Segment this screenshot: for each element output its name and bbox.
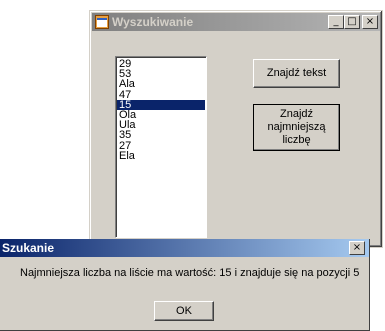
app-window-icon [95, 15, 109, 29]
dialog-titlebar[interactable]: Szukanie × [0, 239, 369, 257]
main-window-titlebar[interactable]: Wyszukiwanie _ □ × [92, 13, 380, 31]
values-listbox[interactable]: 29 53 Ala 47 15 Ola Ula 35 27 Ela [115, 56, 207, 238]
minimize-button[interactable]: _ [328, 15, 344, 29]
list-item[interactable]: 35 [117, 130, 205, 141]
main-window-title: Wyszukiwanie [112, 15, 194, 29]
find-text-button[interactable]: Znajdź tekst [253, 59, 340, 88]
search-result-dialog: Szukanie × Najmniejsza liczba na liście … [0, 239, 370, 331]
dialog-title: Szukanie [2, 241, 55, 255]
dialog-message: Najmniejsza liczba na liście ma wartość:… [20, 267, 360, 279]
main-window: Wyszukiwanie _ □ × 29 53 Ala 47 15 Ola Ula 35 27… [89, 10, 383, 248]
caption-buttons: _ □ × [328, 15, 378, 29]
find-min-button-line2: najmniejszą liczbę [267, 121, 326, 146]
ok-button[interactable]: OK [154, 301, 214, 321]
close-button[interactable]: × [362, 15, 378, 29]
dialog-close-button[interactable]: × [349, 241, 365, 255]
maximize-button[interactable]: □ [344, 15, 360, 29]
find-min-button-line1: Znajdź [279, 108, 314, 120]
find-min-number-button[interactable]: Znajdź najmniejszą liczbę [253, 104, 340, 151]
list-item[interactable]: Ela [117, 150, 205, 161]
